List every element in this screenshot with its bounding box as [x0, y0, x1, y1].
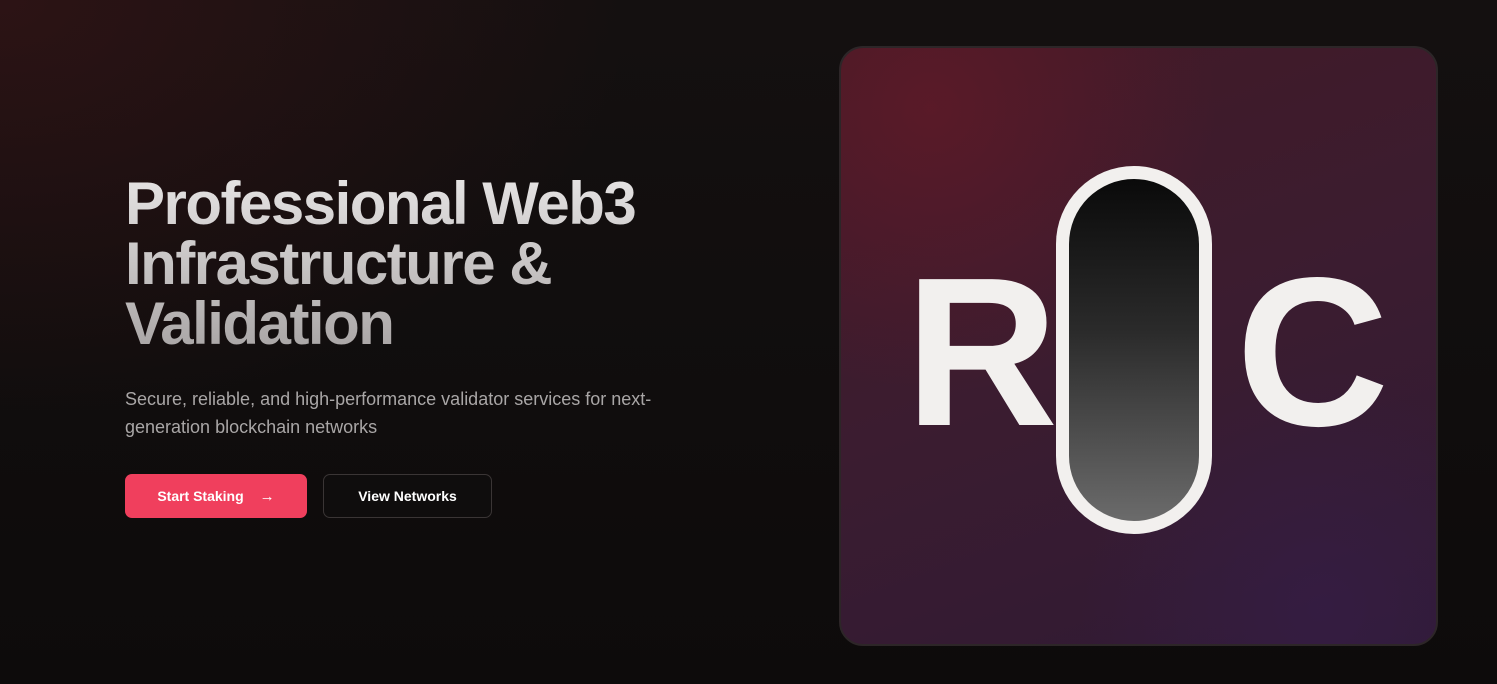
roc-logo: R C	[905, 166, 1389, 534]
hero-section: Professional Web3 Infrastructure & Valid…	[125, 174, 725, 518]
logo-card: R C	[839, 46, 1438, 646]
logo-letter-r: R	[905, 233, 1058, 470]
hero-actions: Start Staking → View Networks	[125, 474, 725, 518]
hero-subtitle: Secure, reliable, and high-performance v…	[125, 389, 652, 437]
start-staking-button[interactable]: Start Staking →	[125, 474, 307, 518]
logo-pill-inner	[1069, 179, 1199, 521]
headline-line-1: Professional Web3	[125, 170, 636, 237]
view-networks-button[interactable]: View Networks	[323, 474, 492, 518]
headline-line-2: Infrastructure &	[125, 230, 552, 297]
logo-letter-c: C	[1236, 233, 1389, 470]
headline-line-3: Validation	[125, 290, 394, 357]
hero-headline: Professional Web3 Infrastructure & Valid…	[125, 174, 725, 354]
arrow-right-icon: →	[259, 487, 275, 505]
start-staking-label: Start Staking	[157, 488, 244, 504]
view-networks-label: View Networks	[358, 488, 457, 504]
